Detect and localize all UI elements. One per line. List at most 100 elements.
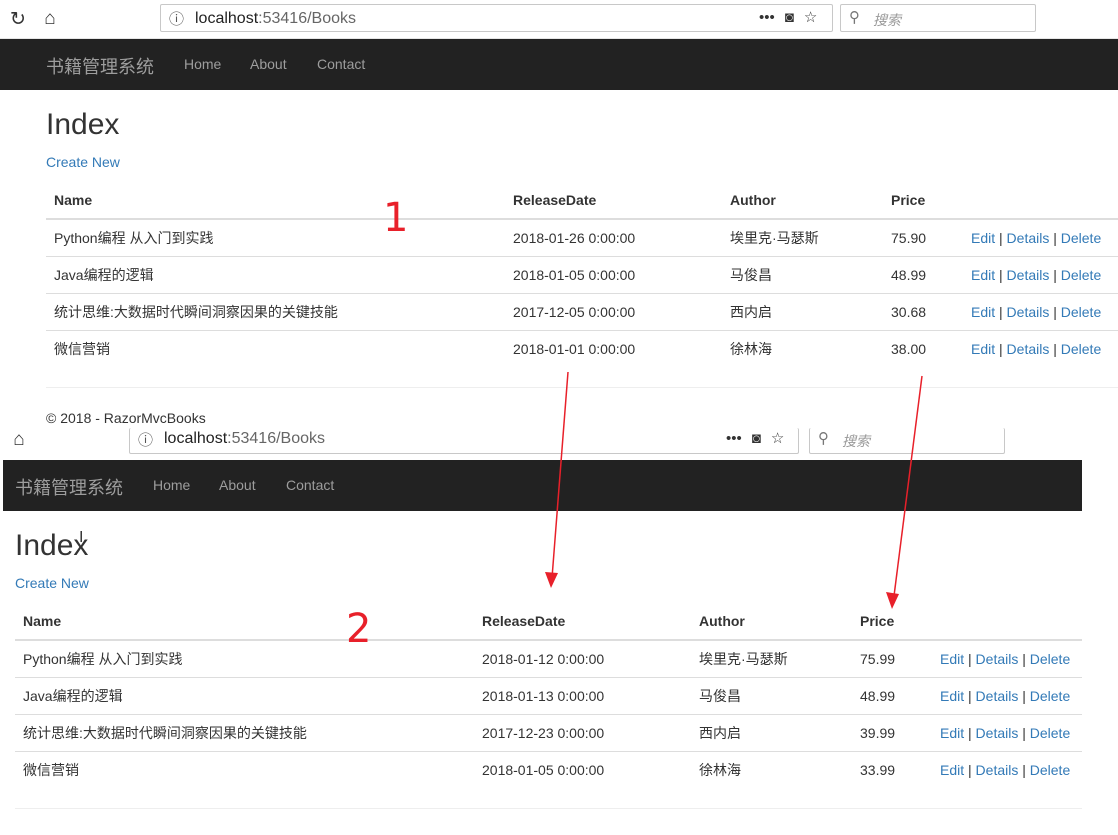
pocket-icon[interactable]: ◙ [752, 430, 761, 447]
details-link[interactable]: Details [1007, 230, 1050, 246]
cell-release-date: 2018-01-12 0:00:00 [482, 650, 605, 667]
address-bar[interactable]: ⓘ localhost:53416/Books ••• ◙ ☆ [160, 4, 833, 32]
reload-icon[interactable]: ↻ [6, 0, 30, 38]
separator: | [968, 650, 972, 667]
cell-release-date: 2017-12-23 0:00:00 [474, 713, 691, 751]
details-link[interactable]: Details [976, 725, 1019, 741]
footer-divider [15, 808, 1082, 809]
search-placeholder: 搜索 [842, 433, 870, 449]
home-icon[interactable]: ⌂ [7, 428, 31, 452]
url-text: localhost:53416/Books [195, 10, 357, 27]
details-link[interactable]: Details [976, 762, 1019, 778]
col-author-header: Author [691, 602, 852, 641]
cell-actions: Edit | Details | Delete [963, 292, 1118, 330]
page-title: Index [15, 529, 89, 562]
browser-toolbar: ⌂ ⓘ localhost:53416/Books ••• ◙ ☆ ⚲ 搜索 [3, 428, 1118, 460]
cell-name: Python编程 从入门到实践 [23, 650, 183, 667]
col-author-header: Author [722, 181, 883, 220]
url-actions: ••• ◙ ☆ [749, 8, 817, 26]
cell-author: 埃里克·马瑟斯 [730, 229, 819, 246]
cell-price: 30.68 [883, 292, 963, 330]
edit-link[interactable]: Edit [971, 341, 995, 357]
delete-link[interactable]: Delete [1030, 688, 1070, 704]
table-header-row: Name ReleaseDate Author Price [46, 181, 1118, 220]
edit-link[interactable]: Edit [940, 725, 964, 741]
nav-link-home[interactable]: Home [184, 56, 221, 72]
edit-link[interactable]: Edit [940, 762, 964, 778]
separator: | [1022, 724, 1026, 741]
cell-author: 西内启 [691, 713, 852, 751]
info-icon[interactable]: ⓘ [169, 8, 184, 29]
cell-price: 39.99 [852, 713, 932, 751]
cell-actions: Edit | Details | Delete [963, 255, 1118, 293]
table-body: Python编程 从入门到实践 2018-01-12 0:00:00 埃里克·马瑟斯… [15, 640, 1082, 788]
details-link[interactable]: Details [1007, 304, 1050, 320]
separator: | [968, 761, 972, 778]
cell-release-date: 2018-01-01 0:00:00 [505, 329, 722, 367]
delete-link[interactable]: Delete [1061, 341, 1101, 357]
delete-link[interactable]: Delete [1061, 230, 1101, 246]
separator: | [999, 303, 1003, 320]
navbar-brand[interactable]: 书籍管理系统 [46, 53, 154, 79]
cell-actions: Edit | Details | Delete [932, 713, 1082, 751]
cell-release-date: 2018-01-26 0:00:00 [513, 229, 636, 246]
star-icon[interactable]: ☆ [804, 8, 817, 26]
delete-link[interactable]: Delete [1030, 651, 1070, 667]
edit-link[interactable]: Edit [940, 688, 964, 704]
col-release-header: ReleaseDate [474, 602, 691, 641]
separator: | [999, 340, 1003, 357]
details-link[interactable]: Details [976, 688, 1019, 704]
cell-author: 徐林海 [722, 329, 883, 367]
cell-actions: Edit | Details | Delete [963, 219, 1118, 256]
separator: | [1022, 687, 1026, 704]
details-link[interactable]: Details [976, 651, 1019, 667]
cell-release-date: 2018-01-05 0:00:00 [505, 255, 722, 293]
cell-price: 75.99 [860, 650, 896, 667]
cell-name: 微信营销 [15, 750, 474, 788]
pocket-icon[interactable]: ◙ [785, 9, 794, 26]
delete-link[interactable]: Delete [1030, 725, 1070, 741]
nav-link-contact[interactable]: Contact [317, 56, 365, 72]
info-icon[interactable]: ⓘ [138, 429, 153, 450]
edit-link[interactable]: Edit [971, 230, 995, 246]
address-bar[interactable]: ⓘ localhost:53416/Books ••• ◙ ☆ [129, 428, 799, 454]
more-icon[interactable]: ••• [726, 430, 742, 447]
page-title: Index [46, 108, 120, 141]
separator: | [1022, 761, 1026, 778]
separator: | [968, 687, 972, 704]
home-icon[interactable]: ⌂ [38, 0, 62, 38]
cell-price: 48.99 [883, 255, 963, 293]
cell-name: Java编程的逻辑 [15, 676, 474, 714]
separator: | [1053, 266, 1057, 283]
nav-link-about[interactable]: About [250, 56, 287, 72]
create-new-link[interactable]: Create New [46, 154, 120, 170]
delete-link[interactable]: Delete [1061, 304, 1101, 320]
search-icon: ⚲ [818, 430, 829, 447]
details-link[interactable]: Details [1007, 341, 1050, 357]
star-icon[interactable]: ☆ [771, 429, 784, 447]
cell-author: 埃里克·马瑟斯 [699, 650, 788, 667]
cell-name: 微信营销 [46, 329, 505, 367]
cell-price: 75.90 [891, 229, 927, 246]
nav-link-about[interactable]: About [219, 477, 256, 493]
col-price-header: Price [883, 181, 963, 220]
edit-link[interactable]: Edit [971, 304, 995, 320]
details-link[interactable]: Details [1007, 267, 1050, 283]
delete-link[interactable]: Delete [1061, 267, 1101, 283]
cell-actions: Edit | Details | Delete [932, 750, 1082, 788]
navbar-brand[interactable]: 书籍管理系统 [15, 474, 123, 500]
more-icon[interactable]: ••• [759, 9, 775, 26]
table-row: Python编程 从入门到实践 2018-01-12 0:00:00 埃里克·马瑟斯… [15, 640, 1082, 677]
edit-link[interactable]: Edit [940, 651, 964, 667]
delete-link[interactable]: Delete [1030, 762, 1070, 778]
col-price-header: Price [852, 602, 932, 641]
create-new-link[interactable]: Create New [15, 575, 89, 591]
search-box[interactable]: ⚲ 搜索 [840, 4, 1036, 32]
separator: | [1022, 650, 1026, 667]
search-placeholder: 搜索 [873, 12, 901, 28]
edit-link[interactable]: Edit [971, 267, 995, 283]
nav-link-contact[interactable]: Contact [286, 477, 334, 493]
cell-author: 徐林海 [691, 750, 852, 788]
search-box[interactable]: ⚲ 搜索 [809, 428, 1005, 454]
nav-link-home[interactable]: Home [153, 477, 190, 493]
